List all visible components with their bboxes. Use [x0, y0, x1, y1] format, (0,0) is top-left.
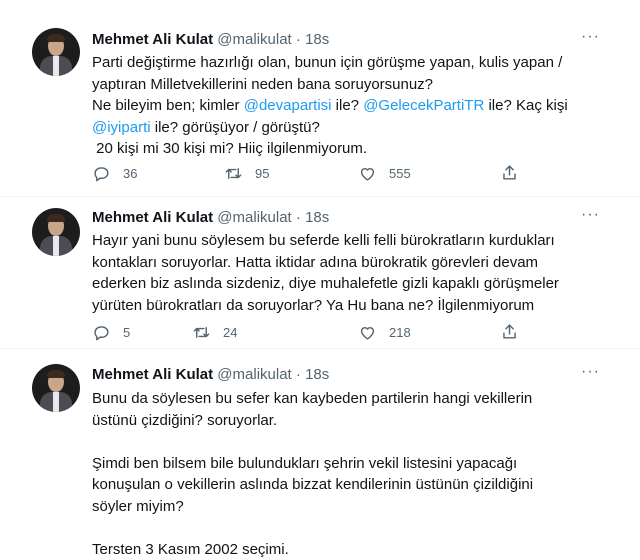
reply-button[interactable]: 5 [92, 322, 130, 342]
retweet-button[interactable]: 95 [224, 163, 269, 183]
author-handle[interactable]: @malikulat [217, 366, 291, 383]
reply-icon [94, 325, 109, 340]
like-icon [360, 167, 375, 181]
tweet-header: Mehmet Ali Kulat @malikulat · 18s [92, 365, 329, 385]
tweet-text: Hayır yani bunu söylesem bu seferde kell… [92, 230, 572, 316]
like-count: 555 [389, 165, 411, 181]
author-name[interactable]: Mehmet Ali Kulat [92, 209, 213, 226]
retweet-icon [225, 167, 242, 179]
reply-button[interactable]: 36 [92, 163, 137, 183]
avatar[interactable] [32, 28, 80, 76]
more-options-icon[interactable]: ··· [581, 363, 600, 381]
timestamp[interactable]: 18s [305, 366, 329, 383]
reply-count: 5 [123, 324, 131, 340]
like-icon [360, 326, 375, 340]
retweet-count: 95 [255, 165, 270, 181]
mention-link[interactable]: @GelecekPartiTR [363, 97, 484, 114]
author-name[interactable]: Mehmet Ali Kulat [92, 31, 213, 48]
like-button[interactable]: 555 [358, 163, 411, 183]
avatar-hair-shape [47, 370, 65, 378]
tweet-text-segment: ile? Kaç kişi [488, 97, 568, 114]
timestamp[interactable]: 18s [305, 209, 329, 226]
separator-dot: · [295, 209, 301, 226]
tweet-text: Bunu da söylesen bu sefer kan kaybeden p… [92, 388, 572, 560]
tweet-text: Parti değiştirme hazırlığı olan, bunun i… [92, 52, 572, 160]
avatar-shirt-shape [53, 392, 59, 412]
mention-link[interactable]: @devapartisi [244, 97, 332, 114]
author-name[interactable]: Mehmet Ali Kulat [92, 366, 213, 383]
author-handle[interactable]: @malikulat [217, 31, 291, 48]
avatar-hair-shape [47, 214, 65, 222]
tweet-header: Mehmet Ali Kulat @malikulat · 18s [92, 208, 329, 228]
mention-link[interactable]: @iyiparti [92, 119, 151, 136]
retweet-icon [193, 326, 210, 338]
share-icon [503, 165, 516, 180]
share-button[interactable] [500, 163, 519, 185]
share-icon [503, 324, 516, 339]
avatar[interactable] [32, 364, 80, 412]
separator-dot: · [295, 31, 301, 48]
avatar-shirt-shape [53, 56, 59, 76]
author-handle[interactable]: @malikulat [217, 209, 291, 226]
reply-icon [94, 166, 109, 181]
avatar-hair-shape [47, 34, 65, 42]
tweet-text-segment: ile? [331, 97, 364, 114]
tweet[interactable]: Mehmet Ali Kulat @malikulat · 18s ··· Ha… [0, 196, 640, 349]
avatar[interactable] [32, 208, 80, 256]
tweet-text-segment: Bunu da söylesen bu sefer kan kaybeden p… [92, 390, 534, 558]
separator-dot: · [295, 366, 301, 383]
retweet-count: 24 [223, 324, 238, 340]
tweet[interactable]: Mehmet Ali Kulat @malikulat · 18s ··· Bu… [0, 348, 640, 558]
like-button[interactable]: 218 [358, 322, 411, 342]
more-options-icon[interactable]: ··· [581, 206, 600, 224]
tweet[interactable]: Mehmet Ali Kulat @malikulat · 18s ··· Pa… [0, 0, 640, 197]
tweet-text-segment: Hayır yani bunu söylesem bu seferde kell… [92, 232, 564, 314]
timestamp[interactable]: 18s [305, 31, 329, 48]
share-button[interactable] [500, 322, 519, 344]
tweet-header: Mehmet Ali Kulat @malikulat · 18s [92, 30, 329, 50]
reply-count: 36 [123, 165, 138, 181]
like-count: 218 [389, 324, 411, 340]
retweet-button[interactable]: 24 [192, 322, 237, 342]
avatar-shirt-shape [53, 236, 59, 256]
more-options-icon[interactable]: ··· [581, 28, 600, 46]
